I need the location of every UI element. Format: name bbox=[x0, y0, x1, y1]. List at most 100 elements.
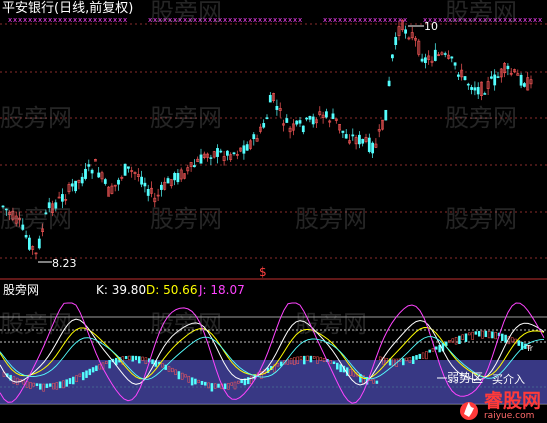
signal-strip-mark: x bbox=[233, 16, 237, 24]
signal-strip-mark: x bbox=[538, 16, 542, 24]
price-candle-body bbox=[103, 179, 107, 184]
price-candle-body bbox=[453, 62, 457, 66]
indicator-candle bbox=[299, 356, 303, 361]
price-candle-body bbox=[311, 116, 315, 125]
price-candle-body bbox=[450, 56, 454, 59]
signal-strip-mark: x bbox=[338, 16, 342, 24]
price-candle-body bbox=[519, 74, 523, 86]
indicator-candle bbox=[240, 379, 243, 384]
watermark: 股旁网 bbox=[0, 104, 72, 132]
tail-marker: Tr bbox=[526, 344, 533, 353]
price-candle-body bbox=[351, 134, 355, 137]
signal-strip-mark: x bbox=[8, 16, 12, 24]
d-value: D: 50.66 bbox=[146, 283, 198, 297]
indicator-candle bbox=[88, 368, 92, 376]
watermark: 股旁网 bbox=[150, 0, 222, 26]
flame-logo-icon bbox=[459, 402, 478, 420]
price-candle-body bbox=[390, 54, 394, 59]
price-candle-body bbox=[37, 238, 41, 249]
signal-strip-mark: x bbox=[348, 16, 352, 24]
price-candle-body bbox=[463, 76, 467, 81]
indicator-candle bbox=[468, 332, 471, 336]
price-candle-body bbox=[476, 87, 480, 95]
signal-strip-mark: x bbox=[93, 16, 97, 24]
indicator-candle bbox=[339, 364, 342, 373]
signal-strip-mark: x bbox=[113, 16, 117, 24]
signal-strip-mark: x bbox=[438, 16, 442, 24]
signal-strip-mark: x bbox=[358, 16, 362, 24]
signal-strip-mark: x bbox=[283, 16, 287, 24]
signal-strip-mark: x bbox=[373, 16, 377, 24]
watermark: 股旁网 bbox=[0, 205, 72, 233]
chart-title: 平安银行(日线,前复权) bbox=[2, 1, 134, 16]
signal-strip-mark: x bbox=[43, 16, 47, 24]
indicator-candle bbox=[474, 331, 478, 335]
price-candle-body bbox=[522, 83, 526, 87]
indicator-candle bbox=[124, 356, 128, 360]
price-candle-body bbox=[87, 164, 91, 167]
price-candle-body bbox=[394, 36, 398, 46]
indicator-candle bbox=[481, 330, 484, 339]
signal-strip-mark: x bbox=[88, 16, 92, 24]
indicator-candle bbox=[138, 356, 141, 364]
indicator-candle bbox=[217, 383, 220, 388]
indicator-candle bbox=[421, 352, 425, 359]
signal-strip-mark: x bbox=[263, 16, 267, 24]
price-candle-body bbox=[209, 157, 213, 159]
price-candle-body bbox=[193, 165, 196, 168]
price-candle-body bbox=[331, 113, 335, 119]
indicator-candle bbox=[425, 351, 428, 360]
price-candle-body bbox=[27, 237, 31, 250]
signal-strip-mark: x bbox=[33, 16, 37, 24]
price-candle-body bbox=[285, 118, 289, 123]
signal-strip-mark: x bbox=[253, 16, 257, 24]
indicator-candle bbox=[223, 383, 227, 390]
price-candle-body bbox=[387, 80, 391, 87]
indicator-candle bbox=[200, 380, 204, 385]
signal-strip-mark: x bbox=[243, 16, 247, 24]
price-candle-body bbox=[275, 106, 279, 110]
indicator-candle bbox=[35, 383, 39, 386]
price-candle-body bbox=[483, 93, 487, 95]
signal-strip-mark: x bbox=[333, 16, 337, 24]
indicator-candle bbox=[378, 356, 382, 361]
price-candle-body bbox=[367, 137, 371, 152]
indicator-candle bbox=[210, 383, 214, 392]
signal-strip-mark: x bbox=[323, 16, 327, 24]
j-value: J: 18.07 bbox=[199, 283, 245, 297]
price-candle-body bbox=[344, 134, 348, 139]
indicator-candle bbox=[95, 365, 98, 372]
price-candle-body bbox=[361, 138, 365, 144]
price-candle-body bbox=[262, 123, 266, 128]
indicator-candle bbox=[454, 337, 458, 345]
buy-signal-label: 买介入 bbox=[492, 373, 525, 386]
indicator-candle bbox=[336, 362, 339, 370]
price-candle-body bbox=[456, 74, 460, 77]
price-candle-body bbox=[166, 178, 170, 184]
signal-strip-mark: x bbox=[258, 16, 262, 24]
signal-strip-mark: x bbox=[13, 16, 17, 24]
watermark: 股旁网 bbox=[445, 104, 517, 132]
signal-strip-mark: x bbox=[28, 16, 32, 24]
price-candle-body bbox=[341, 130, 345, 133]
price-candle-body bbox=[219, 150, 223, 153]
price-candle-body bbox=[123, 163, 127, 176]
indicator-candle bbox=[39, 383, 42, 390]
indicator-candle bbox=[487, 330, 491, 339]
price-candle-body bbox=[84, 168, 87, 179]
signal-strip-mark: x bbox=[103, 16, 107, 24]
price-candle-body bbox=[252, 134, 256, 140]
signal-strip-mark: x bbox=[238, 16, 242, 24]
price-candle-body bbox=[371, 142, 375, 154]
indicator-candle bbox=[72, 376, 75, 385]
price-candle-body bbox=[143, 182, 147, 187]
signal-strip-mark: x bbox=[78, 16, 82, 24]
signal-strip-mark: x bbox=[393, 16, 397, 24]
signal-strip-mark: x bbox=[533, 16, 537, 24]
watermark: 股旁网 bbox=[150, 205, 222, 233]
watermark: 股旁网 bbox=[150, 104, 222, 132]
indicator-candle bbox=[504, 334, 507, 343]
indicator-candle bbox=[491, 331, 494, 339]
signal-strip-mark: x bbox=[223, 16, 227, 24]
signal-strip-mark: x bbox=[248, 16, 252, 24]
